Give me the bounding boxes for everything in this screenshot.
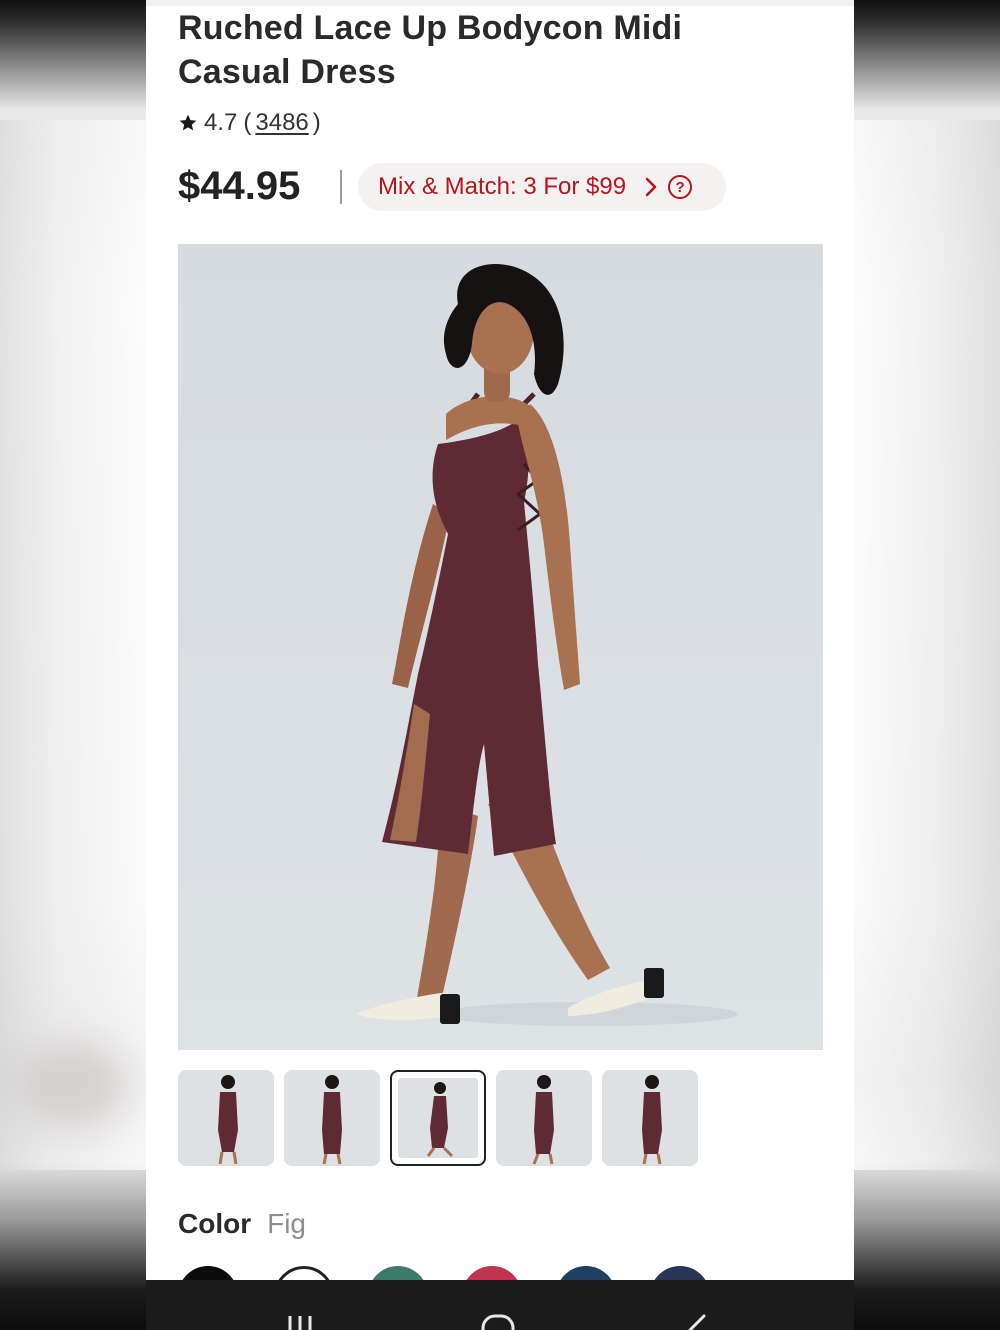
rating-summary[interactable]: 4.7 ( 3486 ) bbox=[178, 108, 321, 138]
color-label: Color bbox=[178, 1208, 252, 1239]
chevron-right-icon bbox=[645, 177, 657, 197]
thumb-figure bbox=[218, 1075, 238, 1165]
promo-label: Mix & Match: 3 For $99 bbox=[378, 173, 627, 200]
promo-pill[interactable]: Mix & Match: 3 For $99 ? bbox=[358, 163, 726, 211]
system-navigation-bar bbox=[146, 1280, 854, 1330]
color-selector-label: Color Fig bbox=[178, 1208, 306, 1248]
product-title: Ruched Lace Up Bodycon Midi Casual Dress bbox=[178, 9, 683, 91]
thumbnail-strip bbox=[178, 1070, 698, 1166]
help-icon[interactable]: ? bbox=[668, 175, 693, 199]
star-icon bbox=[179, 114, 197, 131]
thumbnail-front-view[interactable] bbox=[284, 1070, 380, 1166]
rating-value: 4.7 bbox=[204, 109, 238, 136]
product-price: $44.95 bbox=[178, 164, 301, 208]
model-illustration bbox=[178, 244, 823, 1050]
selected-color-name: Fig bbox=[267, 1208, 307, 1239]
thumb-figure bbox=[642, 1075, 662, 1165]
price-divider bbox=[340, 170, 342, 204]
rating-open-paren: ( bbox=[243, 109, 252, 136]
thumb-figure bbox=[532, 1075, 554, 1165]
back-icon[interactable] bbox=[680, 1308, 710, 1330]
review-count-link[interactable]: 3486 bbox=[255, 109, 308, 137]
thumb-figure bbox=[426, 1082, 454, 1158]
home-icon[interactable] bbox=[480, 1308, 516, 1330]
product-hero-image[interactable] bbox=[178, 244, 823, 1050]
thumb-figure bbox=[322, 1075, 342, 1165]
thumbnail-side-walking-view[interactable] bbox=[390, 1070, 486, 1166]
recent-apps-icon[interactable] bbox=[284, 1308, 316, 1330]
product-screen: Ruched Lace Up Bodycon Midi Casual Dress… bbox=[146, 0, 854, 1330]
thumbnail-back-view[interactable] bbox=[178, 1070, 274, 1166]
rating-close-paren: ) bbox=[312, 109, 321, 136]
thumbnail-front-slit-view[interactable] bbox=[496, 1070, 592, 1166]
thumbnail-back-lace-view[interactable] bbox=[602, 1070, 698, 1166]
